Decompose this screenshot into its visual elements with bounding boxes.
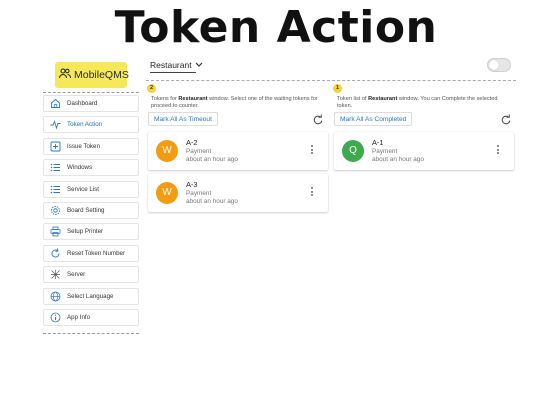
network-icon xyxy=(50,269,61,280)
sidebar-item-label: Token Action xyxy=(67,121,103,129)
sidebar-item-label: Service List xyxy=(67,185,99,193)
sidebar-divider xyxy=(43,92,139,93)
sidebar-item-windows[interactable]: Windows xyxy=(43,159,139,177)
refresh-icon[interactable] xyxy=(500,113,512,125)
list-icon xyxy=(50,162,61,173)
sidebar: MobileQMS Dashboard Token Action Issue T… xyxy=(43,58,139,336)
chevron-down-icon xyxy=(195,60,203,70)
token-card[interactable]: Q A-1 Payment about an hour ago xyxy=(334,132,514,170)
plus-box-icon xyxy=(50,141,61,152)
window-count-badge: 1 xyxy=(333,84,342,93)
sidebar-item-label: Setup Printer xyxy=(67,228,104,236)
activity-icon xyxy=(50,119,61,130)
waiting-panel-description: Tokens for Restaurant window. Select one… xyxy=(151,96,326,111)
desc-text: Token list of xyxy=(337,96,369,102)
sidebar-item-label: Windows xyxy=(67,164,93,172)
sidebar-item-label: Dashboard xyxy=(67,100,98,107)
printer-icon xyxy=(50,226,61,237)
token-avatar: W xyxy=(156,182,178,204)
token-time: about an hour ago xyxy=(372,156,424,163)
desc-window-name: Restaurant xyxy=(178,96,208,102)
sidebar-item-dashboard[interactable]: Dashboard xyxy=(43,95,139,112)
window-select-underline xyxy=(150,72,196,73)
toggle-knob xyxy=(489,60,499,70)
page-headline: Token Action xyxy=(114,2,438,53)
token-avatar: Q xyxy=(342,140,364,162)
info-icon xyxy=(50,312,61,323)
token-number: A-1 xyxy=(372,138,384,147)
token-service: Payment xyxy=(186,189,212,197)
home-icon xyxy=(50,98,61,109)
mark-all-completed-button[interactable]: Mark All As Completed xyxy=(334,112,413,126)
window-panel-description: Token list of Restaurant window. You can… xyxy=(337,96,512,111)
sidebar-item-app-info[interactable]: App Info xyxy=(43,308,139,326)
sidebar-item-setup-printer[interactable]: Setup Printer xyxy=(43,223,139,241)
app-logo: MobileQMS xyxy=(55,62,129,88)
refresh-icon[interactable] xyxy=(312,113,324,125)
gear-icon xyxy=(50,205,61,216)
sidebar-item-label: Board Setting xyxy=(67,206,105,214)
users-icon xyxy=(59,68,74,82)
desc-text: Tokens for xyxy=(151,96,179,102)
header-divider xyxy=(146,80,516,81)
sidebar-nav: Dashboard Token Action Issue Token Windo… xyxy=(43,95,139,330)
token-time: about an hour ago xyxy=(186,198,238,205)
token-service: Payment xyxy=(186,147,212,155)
token-number: A-3 xyxy=(186,180,198,189)
mark-all-timeout-button[interactable]: Mark All As Timeout xyxy=(148,112,218,126)
token-number: A-2 xyxy=(186,138,198,147)
token-time: about an hour ago xyxy=(186,156,238,163)
sidebar-item-issue-token[interactable]: Issue Token xyxy=(43,137,139,155)
window-select[interactable]: Restaurant xyxy=(150,60,203,70)
sidebar-item-label: App Info xyxy=(67,313,91,321)
sidebar-item-service-list[interactable]: Service List xyxy=(43,180,139,198)
desc-window-name: Restaurant xyxy=(368,96,398,102)
waiting-count-badge: 2 xyxy=(147,84,156,93)
token-card[interactable]: W A-3 Payment about an hour ago xyxy=(148,174,328,212)
token-card[interactable]: W A-2 Payment about an hour ago xyxy=(148,132,328,170)
sidebar-item-label: Issue Token xyxy=(67,142,100,150)
sidebar-item-reset-token-number[interactable]: Reset Token Number xyxy=(43,244,139,262)
more-vert-icon[interactable] xyxy=(310,187,314,199)
list-icon xyxy=(50,184,61,195)
app-logo-text: MobileQMS xyxy=(74,69,129,81)
globe-icon xyxy=(50,291,61,302)
sidebar-item-select-language[interactable]: Select Language xyxy=(43,287,139,305)
sidebar-item-server[interactable]: Server xyxy=(43,266,139,284)
sidebar-item-label: Select Language xyxy=(67,292,114,300)
token-avatar: W xyxy=(156,140,178,162)
window-select-value: Restaurant xyxy=(150,60,192,70)
sidebar-item-label: Reset Token Number xyxy=(67,249,126,257)
refresh-icon xyxy=(50,248,61,259)
sidebar-item-label: Server xyxy=(67,271,86,279)
mode-toggle[interactable] xyxy=(487,58,511,72)
more-vert-icon[interactable] xyxy=(310,145,314,157)
more-vert-icon[interactable] xyxy=(496,145,500,157)
sidebar-item-board-setting[interactable]: Board Setting xyxy=(43,201,139,219)
sidebar-divider xyxy=(43,333,139,334)
token-service: Payment xyxy=(372,147,398,155)
sidebar-item-token-action[interactable]: Token Action xyxy=(43,116,139,134)
